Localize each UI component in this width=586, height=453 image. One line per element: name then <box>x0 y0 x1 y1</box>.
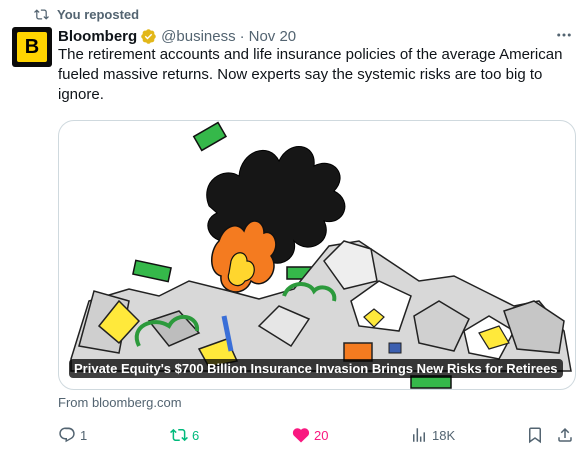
views-count: 18K <box>432 427 456 443</box>
views-icon <box>413 428 425 442</box>
repost-icon <box>34 8 49 20</box>
article-illustration <box>70 121 572 389</box>
tweet-text: The retirement accounts and life insuran… <box>58 46 563 103</box>
action-bar: 1 6 20 18K <box>52 424 582 446</box>
verified-badge-icon[interactable] <box>140 28 157 45</box>
more-button[interactable] <box>554 25 574 45</box>
card-source[interactable]: From bloomberg.com <box>58 395 182 410</box>
like-button[interactable]: 20 <box>292 424 328 446</box>
reply-button[interactable]: 1 <box>58 424 87 446</box>
heart-icon <box>292 428 310 443</box>
avatar-logo: B <box>17 32 47 62</box>
share-icon <box>558 427 572 442</box>
repost-label: You reposted <box>57 6 140 22</box>
repost-icon <box>170 428 188 442</box>
bookmark-button[interactable] <box>526 424 544 446</box>
author-handle[interactable]: @business <box>161 28 235 45</box>
like-count: 20 <box>314 427 329 443</box>
reply-icon <box>59 427 75 443</box>
link-card[interactable]: Private Equity's $700 Billion Insurance … <box>58 120 576 390</box>
tweet-header: Bloomberg @business · Nov 20 <box>58 26 574 46</box>
separator-dot: · <box>239 27 245 45</box>
views-button[interactable]: 18K <box>410 424 455 446</box>
more-icon <box>557 33 571 37</box>
reply-count: 1 <box>80 427 88 443</box>
card-title[interactable]: Private Equity's $700 Billion Insurance … <box>69 359 563 378</box>
author-name[interactable]: Bloomberg <box>58 28 137 45</box>
repost-indicator[interactable]: You reposted <box>34 5 139 23</box>
avatar[interactable]: B <box>12 27 52 67</box>
share-button[interactable] <box>556 424 574 446</box>
repost-count: 6 <box>192 427 200 443</box>
repost-button[interactable]: 6 <box>170 424 199 446</box>
bookmark-icon <box>529 427 541 444</box>
tweet-date[interactable]: Nov 20 <box>249 28 297 45</box>
